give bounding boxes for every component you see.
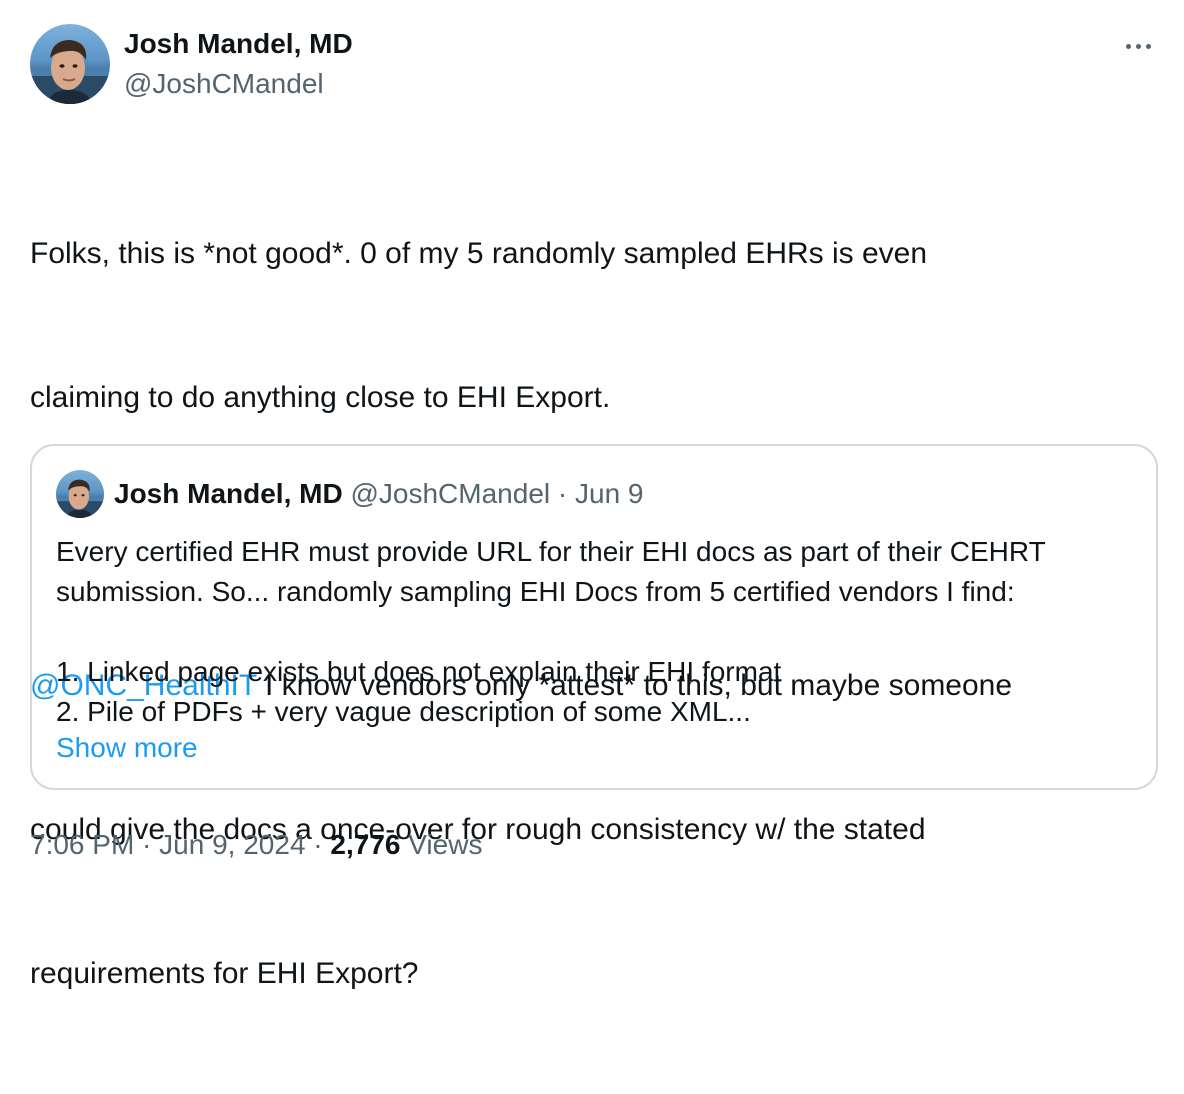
show-more-link[interactable]: Show more	[56, 728, 198, 768]
tweet-footer: 7:06 PM · Jun 9, 2024 · 2,776 Views	[30, 826, 482, 864]
tweet-date[interactable]: Jun 9, 2024	[159, 829, 305, 860]
views-count[interactable]: 2,776	[330, 829, 400, 860]
footer-separator: ·	[305, 829, 331, 860]
author-avatar[interactable]	[30, 24, 110, 104]
views-label: Views	[400, 829, 483, 860]
tweet-time[interactable]: 7:06 PM	[30, 829, 134, 860]
quote-header: Josh Mandel, MD @JoshCMandel · Jun 9	[114, 476, 644, 512]
profile-photo-icon	[30, 40, 110, 104]
quote-line: Every certified EHR must provide URL for…	[56, 536, 1046, 567]
author-name[interactable]: Josh Mandel, MD	[124, 26, 353, 62]
profile-photo-icon	[56, 479, 104, 518]
more-dot	[1145, 43, 1151, 49]
tweet-line: claiming to do anything close to EHI Exp…	[30, 381, 611, 414]
quote-date[interactable]: Jun 9	[575, 478, 644, 509]
quote-line: submission. So... randomly sampling EHI …	[56, 576, 1015, 607]
quote-text: Every certified EHR must provide URL for…	[56, 532, 1136, 732]
quote-author-avatar[interactable]	[56, 470, 104, 518]
more-options-button[interactable]	[1116, 28, 1160, 64]
quote-line: 2. Pile of PDFs + very vague description…	[56, 696, 751, 727]
quote-separator: ·	[550, 478, 575, 509]
more-dot	[1135, 43, 1141, 49]
author-handle[interactable]: @JoshCMandel	[124, 66, 324, 102]
footer-separator: ·	[134, 829, 160, 860]
quote-line: 1. Linked page exists but does not expla…	[56, 656, 782, 687]
quote-author-name[interactable]: Josh Mandel, MD	[114, 478, 343, 509]
more-horizontal-icon	[1125, 43, 1131, 49]
tweet-container: Josh Mandel, MD @JoshCMandel Folks, this…	[0, 0, 1184, 990]
tweet-line: requirements for EHI Export?	[30, 957, 419, 990]
quote-author-handle[interactable]: @JoshCMandel	[350, 478, 550, 509]
tweet-line: Folks, this is *not good*. 0 of my 5 ran…	[30, 237, 928, 270]
quoted-tweet[interactable]: Josh Mandel, MD @JoshCMandel · Jun 9 Eve…	[30, 444, 1158, 790]
